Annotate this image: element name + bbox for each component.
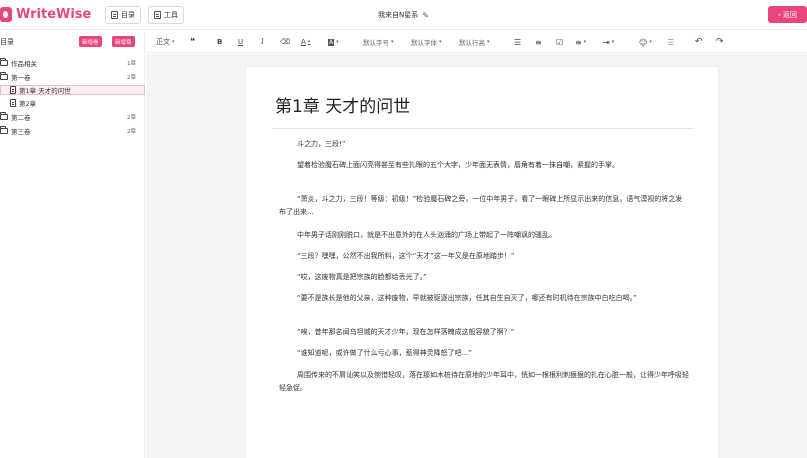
- chevron-down-icon: ▾: [336, 39, 339, 45]
- font-family-label: 默认字体: [411, 39, 437, 47]
- paragraph[interactable]: “唉，昔年那名闻乌坦城的天才少年，现在怎样落魄成这般容貌了啊？”: [279, 326, 689, 339]
- bold-icon[interactable]: B: [217, 36, 222, 48]
- indent-select[interactable]: ⇥ ▾: [603, 36, 614, 48]
- edit-pencil-icon[interactable]: ✎: [422, 11, 429, 20]
- font-color-select[interactable]: A ▾: [301, 36, 310, 48]
- paragraph[interactable]: “要不是族长是他的父亲，这种废物，早就被驱逐出宗族，任其自生自灭了，哪还有时机待…: [279, 292, 689, 305]
- document-title: 我来自N星系: [378, 11, 419, 19]
- paragraph-style-label: 正文: [156, 38, 170, 46]
- quote-icon[interactable]: ❝: [190, 36, 195, 48]
- eraser-icon[interactable]: ⌫: [280, 36, 290, 48]
- paragraph[interactable]: 中年男子话刚刚脱口，就是不出意外的在人头汹涌的广场上带起了一阵嘲讽的骚乱。: [279, 229, 689, 242]
- chevron-down-icon: ▾: [649, 39, 652, 45]
- document-icon: [154, 11, 161, 19]
- document-title-area[interactable]: 我来自N星系 ✎: [378, 10, 429, 20]
- chevron-down-icon: ▾: [439, 39, 442, 45]
- tree-item-folder[interactable]: 第三卷 2章: [0, 126, 145, 136]
- tree-item-label: 第二卷: [11, 114, 31, 122]
- chevron-down-icon: ▾: [583, 39, 587, 45]
- tree-item-chapter-selected[interactable]: 第1章 天才的问世: [0, 85, 145, 95]
- tools-button-label: 工具: [164, 11, 178, 19]
- tree-item-label: 第一卷: [11, 74, 31, 82]
- chevron-left-icon: ‹: [778, 10, 781, 19]
- chevron-down-icon: ▾: [172, 39, 175, 45]
- folder-open-icon: [0, 72, 8, 80]
- tree-item-count: 2章: [127, 115, 136, 121]
- indent-icon: ⇥: [603, 37, 610, 47]
- line-height-label: 默认行高: [459, 39, 485, 47]
- paragraph[interactable]: “谁知道呢，或许做了什么亏心事，惹得神灵降怒了吧...”: [279, 347, 689, 360]
- new-chapter-button[interactable]: 新增章: [112, 36, 135, 47]
- divider-line-icon[interactable]: ☰: [667, 36, 674, 48]
- tree-item-count: 2章: [127, 129, 136, 135]
- chevron-down-icon: ▾: [307, 39, 311, 45]
- bg-color-select[interactable]: A ▾: [328, 36, 339, 48]
- folder-icon: [0, 58, 8, 66]
- emoji-select[interactable]: ☺ ▾: [639, 36, 652, 48]
- tree-item-label: 第三卷: [11, 128, 31, 136]
- tree-item-count: 2章: [127, 75, 136, 81]
- document-icon: [111, 11, 118, 19]
- sidebar-header: 目录 新增卷 新增章: [0, 36, 145, 49]
- paragraph[interactable]: “哎，这废物真是把宗族的脸都给丢光了。”: [279, 271, 689, 284]
- chevron-down-icon: ▾: [611, 39, 615, 45]
- tree-item-folder[interactable]: 第二卷 2章: [0, 112, 145, 122]
- back-button-label: 返回: [782, 10, 797, 19]
- font-color-icon: A: [301, 38, 306, 46]
- chapter-title[interactable]: 第1章 天才的问世: [275, 92, 410, 117]
- new-volume-button[interactable]: 新增卷: [79, 36, 102, 47]
- numbered-list-icon[interactable]: ≡: [535, 36, 542, 48]
- tree-item-chapter[interactable]: 第2章: [0, 98, 145, 108]
- italic-icon[interactable]: I: [261, 36, 264, 48]
- tools-button[interactable]: 工具: [148, 6, 184, 24]
- editor-page[interactable]: 第1章 天才的问世 斗之力，三段!” 望着检验魔石碑上面闪亮得甚至有些扎眼的五个…: [246, 67, 718, 458]
- logo-icon: [0, 7, 12, 22]
- emoji-icon: ☺: [639, 37, 648, 47]
- logo[interactable]: WriteWise: [0, 7, 91, 22]
- tree-item-count: 1章: [127, 61, 136, 67]
- font-size-select[interactable]: 默认字号 ▾: [363, 36, 394, 48]
- toc-button[interactable]: 目录: [105, 6, 141, 24]
- tree-item-label: 作品相关: [11, 60, 37, 68]
- tree-item-label: 第1章 天才的问世: [19, 87, 71, 95]
- chevron-down-icon: ▾: [487, 39, 490, 45]
- line-height-select[interactable]: 默认行高 ▾: [459, 36, 490, 48]
- font-size-label: 默认字号: [363, 39, 389, 47]
- editor-toolbar: 正文 ▾ ❝ B U I ⌫ A ▾ A ▾ 默认字号 ▾ 默认字体 ▾ 默认行高 ▾ ☰ …: [146, 31, 807, 53]
- sidebar-title: 目录: [0, 38, 14, 46]
- bullet-list-icon[interactable]: ☰: [514, 36, 521, 48]
- document-icon: [10, 86, 16, 94]
- back-button[interactable]: ‹ 返回: [768, 6, 807, 23]
- paragraph[interactable]: “三段？嘿嘿，公然不出我所料，这个“天才”这一年又是在原地踏步！”: [279, 250, 689, 263]
- font-family-select[interactable]: 默认字体 ▾: [411, 36, 442, 48]
- tree-item-label: 第2章: [19, 100, 37, 108]
- document-icon: [10, 99, 16, 107]
- sidebar: 目录 新增卷 新增章 作品相关 1章 第一卷 2章 第1章 天才的问世 第2章 …: [0, 31, 145, 458]
- top-bar: WriteWise 目录 工具 我来自N星系 ✎ ‹ 返回: [0, 0, 807, 30]
- paragraph[interactable]: 望着检验魔石碑上面闪亮得甚至有些扎眼的五个大字，少年面无表情，唇角有着一抹自嘲，…: [279, 159, 689, 172]
- tree-item-folder[interactable]: 作品相关 1章: [0, 58, 145, 68]
- paragraph[interactable]: 周围传来的不屑讪笑以及惋惜轻叹，落在那如木桩待在原地的少年耳中，恍如一根根利刺狠…: [279, 369, 689, 394]
- align-select[interactable]: ≡ ▾: [575, 36, 586, 48]
- toc-button-label: 目录: [121, 11, 135, 19]
- tree-item-folder[interactable]: 第一卷 2章: [0, 72, 145, 82]
- undo-icon[interactable]: ↶: [695, 36, 703, 48]
- checklist-icon[interactable]: ☑: [556, 36, 563, 48]
- align-icon: ≡: [575, 37, 582, 47]
- folder-icon: [0, 112, 8, 120]
- paragraph[interactable]: “萧炎，斗之力，三段！等级：初级！”检验魔石碑之旁，一位中年男子，看了一眼碑上所…: [279, 193, 689, 218]
- title-divider: [272, 128, 693, 129]
- folder-icon: [0, 126, 8, 134]
- redo-icon[interactable]: ↷: [716, 36, 724, 48]
- paragraph-style-select[interactable]: 正文 ▾: [156, 36, 175, 48]
- underline-icon[interactable]: U: [238, 36, 243, 48]
- paragraph[interactable]: 斗之力，三段!”: [279, 138, 689, 151]
- logo-text: WriteWise: [16, 7, 92, 22]
- chevron-down-icon: ▾: [391, 39, 394, 45]
- bg-color-icon: A: [328, 38, 335, 46]
